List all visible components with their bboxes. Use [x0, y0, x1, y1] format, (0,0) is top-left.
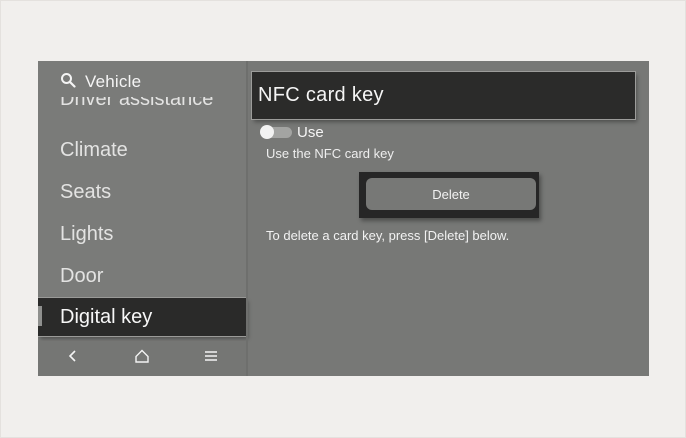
back-button[interactable] [58, 344, 88, 374]
sidebar-item-seats[interactable]: Seats [60, 181, 111, 204]
delete-button-focus-frame: Delete [359, 172, 539, 218]
page-title: NFC card key [258, 84, 384, 106]
search-label: Vehicle [85, 72, 142, 91]
use-toggle-label: Use [297, 123, 324, 141]
navigation-bar [38, 341, 246, 376]
use-setting-row: Use [260, 122, 324, 142]
infotainment-screen: Vehicle Driver assistance Climate Seats … [38, 61, 649, 376]
delete-hint-text: To delete a card key, press [Delete] bel… [266, 228, 510, 243]
page-border-left [0, 0, 1, 438]
use-toggle-description: Use the NFC card key [266, 146, 394, 161]
use-toggle[interactable] [260, 125, 292, 139]
selection-indicator [38, 306, 42, 326]
sidebar-item-door[interactable]: Door [60, 265, 103, 288]
delete-button[interactable]: Delete [366, 178, 536, 210]
home-button[interactable] [127, 344, 157, 374]
sidebar-item-label: Digital key [60, 306, 153, 328]
search-icon [60, 72, 76, 93]
search-button[interactable]: Vehicle [60, 71, 141, 93]
page-header: NFC card key [252, 72, 635, 119]
menu-icon [204, 349, 218, 368]
sidebar-item-climate[interactable]: Climate [60, 139, 128, 162]
sidebar-item-digital-key[interactable]: Digital key [38, 298, 246, 336]
sidebar-item-driver-assistance[interactable]: Driver assistance [60, 97, 213, 117]
toggle-knob [260, 125, 274, 139]
sidebar-divider [246, 61, 248, 376]
sidebar-item-lights[interactable]: Lights [60, 223, 113, 246]
menu-button[interactable] [196, 344, 226, 374]
sidebar-item-label: Driver assistance [60, 97, 214, 110]
sidebar: Vehicle Driver assistance Climate Seats … [38, 61, 246, 376]
back-icon [66, 349, 80, 368]
page-border-top [0, 0, 686, 1]
home-icon [135, 349, 149, 368]
